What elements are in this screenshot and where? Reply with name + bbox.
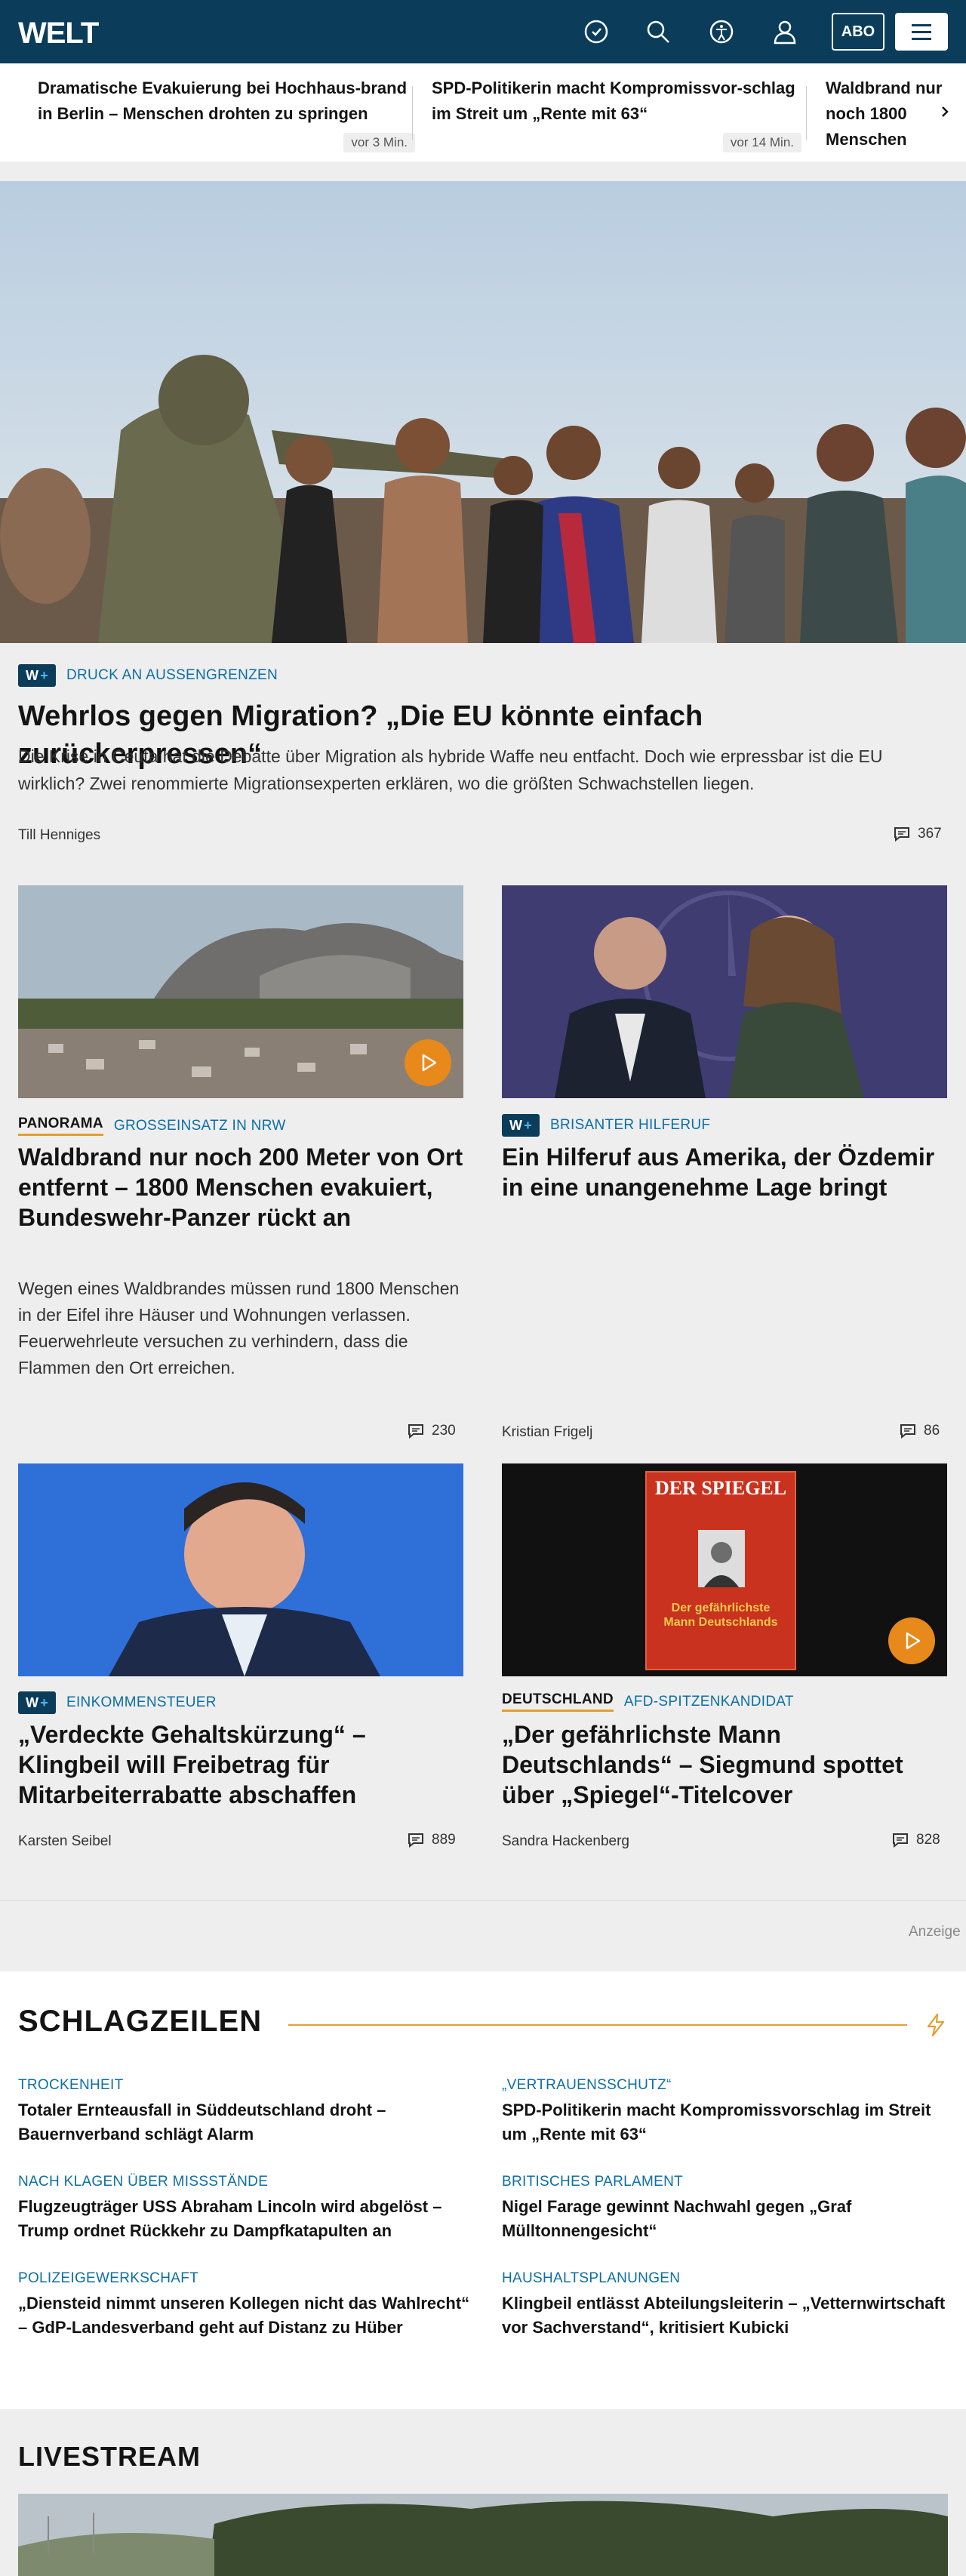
ticker-item[interactable]: Dramatische Evakuierung bei Hochhaus-bra… [38, 75, 415, 152]
card-kicker-row: DEUTSCHLAND AFD-SPITZENKANDIDAT [502, 1691, 794, 1712]
comment-count: 86 [924, 1423, 940, 1439]
comment-count: 889 [432, 1832, 456, 1848]
welt-plus-badge: W + [18, 664, 56, 687]
section-label[interactable]: DEUTSCHLAND [502, 1691, 614, 1712]
card-headline[interactable]: Waldbrand nur noch 200 Meter von Ort ent… [18, 1142, 463, 1233]
hero-teaser[interactable]: Die Krise in Ceuta hat die Debatte über … [18, 743, 948, 797]
divider [0, 1900, 966, 1901]
headline-title: „Diensteid nimmt unseren Kollegen nicht … [18, 2294, 470, 2337]
ticker-title: SPD-Politikerin macht Kompromissvor-schl… [432, 78, 795, 123]
card-kicker[interactable]: AFD-SPITZENKANDIDAT [624, 1694, 794, 1710]
card-author[interactable]: Sandra Hackenberg [502, 1833, 629, 1850]
comment-count: 230 [432, 1423, 456, 1439]
cover-headline: Der gefährlichste Mann Deutschlands [663, 1602, 778, 1629]
card-comments[interactable]: 86 [900, 1423, 940, 1439]
headline-item[interactable]: NACH KLAGEN ÜBER MISSSTÄNDE Flugzeugträg… [18, 2174, 471, 2243]
ad-label: Anzeige [909, 1924, 961, 1940]
user-icon[interactable] [770, 17, 800, 47]
card-teaser[interactable]: Wegen eines Waldbrandes müssen rund 1800… [18, 1276, 463, 1381]
ticker-title: Dramatische Evakuierung bei Hochhaus-bra… [38, 78, 408, 123]
livestream-section: LIVESTREAM [0, 2409, 966, 2576]
menu-button[interactable] [895, 13, 948, 51]
comment-icon [893, 1833, 908, 1848]
headline-title: Klingbeil entlässt Abteilungsleiterin – … [502, 2294, 946, 2337]
headline-kicker: TROCKENHEIT [18, 2077, 124, 2093]
card-comments[interactable]: 230 [408, 1423, 456, 1439]
menu-icon [912, 23, 931, 26]
hero-kicker-row: W + DRUCK AN AUSSENGRENZEN [18, 664, 278, 687]
card-image[interactable] [18, 885, 463, 1098]
headline-kicker: BRITISCHES PARLAMENT [502, 2174, 684, 2190]
play-icon [422, 1054, 437, 1072]
card-comments[interactable]: 889 [408, 1832, 456, 1848]
divider [412, 86, 413, 140]
livestream-video[interactable] [18, 2494, 948, 2576]
clock-icon[interactable] [581, 17, 611, 47]
headline-title: Flugzeugträger USS Abraham Lincoln wird … [18, 2197, 442, 2240]
comment-count: 367 [918, 826, 942, 842]
headline-kicker: NACH KLAGEN ÜBER MISSSTÄNDE [18, 2174, 269, 2190]
cover-portrait [698, 1530, 745, 1587]
headline-item[interactable]: TROCKENHEIT Totaler Ernteausfall in Südd… [18, 2077, 471, 2147]
card-kicker[interactable]: EINKOMMENSTEUER [66, 1694, 217, 1711]
section-title: LIVESTREAM [18, 2441, 202, 2472]
welt-plus-badge: W + [502, 1114, 540, 1137]
headline-item[interactable]: BRITISCHES PARLAMENT Nigel Farage gewinn… [502, 2174, 955, 2243]
card-headline[interactable]: „Verdeckte Gehaltskürzung“ – Klingbeil w… [18, 1719, 463, 1810]
hero-kicker[interactable]: DRUCK AN AUSSENGRENZEN [66, 667, 278, 684]
card-kicker[interactable]: GROSSEINSATZ IN NRW [114, 1118, 286, 1134]
section-title: SCHLAGZEILEN [18, 2005, 263, 2038]
schlagzeilen-section: SCHLAGZEILEN TROCKENHEIT Totaler Ernteau… [0, 1971, 966, 2409]
ticker-time: vor 14 Min. [722, 133, 801, 152]
top-navigation-bar: WELT ABO [0, 0, 966, 63]
comment-icon [408, 1424, 423, 1439]
news-ticker: Dramatische Evakuierung bei Hochhaus-bra… [0, 63, 966, 162]
card-kicker[interactable]: BRISANTER HILFERUF [550, 1117, 710, 1134]
comment-icon [894, 827, 909, 842]
magazine-cover: DER SPIEGEL Der gefährlichste Mann Deuts… [645, 1471, 796, 1670]
accessibility-icon[interactable] [706, 17, 737, 47]
chevron-right-icon[interactable] [930, 97, 960, 127]
comment-count: 828 [916, 1832, 940, 1848]
headline-title: SPD-Politikerin macht Kompromissvorschla… [502, 2101, 931, 2144]
headline-kicker: „VERTRAUENSSCHUTZ“ [502, 2077, 672, 2093]
headline-title: Nigel Farage gewinnt Nachwahl gegen „Gra… [502, 2197, 852, 2240]
card-author[interactable]: Karsten Seibel [18, 1833, 112, 1850]
abo-button[interactable]: ABO [832, 13, 884, 51]
card-image[interactable]: DER SPIEGEL Der gefährlichste Mann Deuts… [502, 1463, 947, 1676]
ticker-item[interactable]: SPD-Politikerin macht Kompromissvor-schl… [432, 75, 809, 152]
section-label[interactable]: PANORAMA [18, 1116, 103, 1136]
hero-author[interactable]: Till Henniges [18, 827, 100, 844]
magazine-masthead: DER SPIEGEL [654, 1477, 787, 1499]
divider [806, 86, 807, 140]
lightning-icon [925, 2013, 946, 2041]
headline-item[interactable]: POLIZEIGEWERKSCHAFT „Diensteid nimmt uns… [18, 2270, 471, 2340]
play-video-button[interactable] [405, 1039, 451, 1086]
headline-item[interactable]: „VERTRAUENSSCHUTZ“ SPD-Politikerin macht… [502, 2077, 955, 2147]
divider [288, 2024, 907, 2026]
card-author[interactable]: Kristian Frigelj [502, 1424, 592, 1441]
play-icon [906, 1632, 921, 1650]
card-headline[interactable]: „Der gefährlichste Mann Deutschlands“ – … [502, 1719, 947, 1810]
headline-kicker: POLIZEIGEWERKSCHAFT [18, 2270, 199, 2286]
hero-image[interactable] [0, 181, 966, 643]
card-image[interactable] [502, 885, 947, 1098]
comment-icon [900, 1424, 915, 1439]
hero-comments[interactable]: 367 [894, 826, 942, 842]
headline-item[interactable]: HAUSHALTSPLANUNGEN Klingbeil entlässt Ab… [502, 2270, 955, 2340]
card-image[interactable] [18, 1463, 463, 1676]
comment-icon [408, 1833, 423, 1848]
card-comments[interactable]: 828 [892, 1832, 940, 1848]
card-headline[interactable]: Ein Hilferuf aus Amerika, der Özdemir in… [502, 1142, 947, 1202]
search-icon[interactable] [643, 17, 673, 47]
card-kicker-row: PANORAMA GROSSEINSATZ IN NRW [18, 1116, 286, 1136]
play-video-button[interactable] [888, 1617, 935, 1664]
card-kicker-row: W + BRISANTER HILFERUF [502, 1114, 710, 1137]
welt-logo[interactable]: WELT [18, 17, 99, 51]
ticker-time: vor 3 Min. [343, 133, 415, 152]
headline-kicker: HAUSHALTSPLANUNGEN [502, 2270, 681, 2286]
headline-title: Totaler Ernteausfall in Süddeutschland d… [18, 2101, 386, 2144]
welt-plus-badge: W + [18, 1691, 56, 1714]
card-kicker-row: W + EINKOMMENSTEUER [18, 1691, 217, 1714]
